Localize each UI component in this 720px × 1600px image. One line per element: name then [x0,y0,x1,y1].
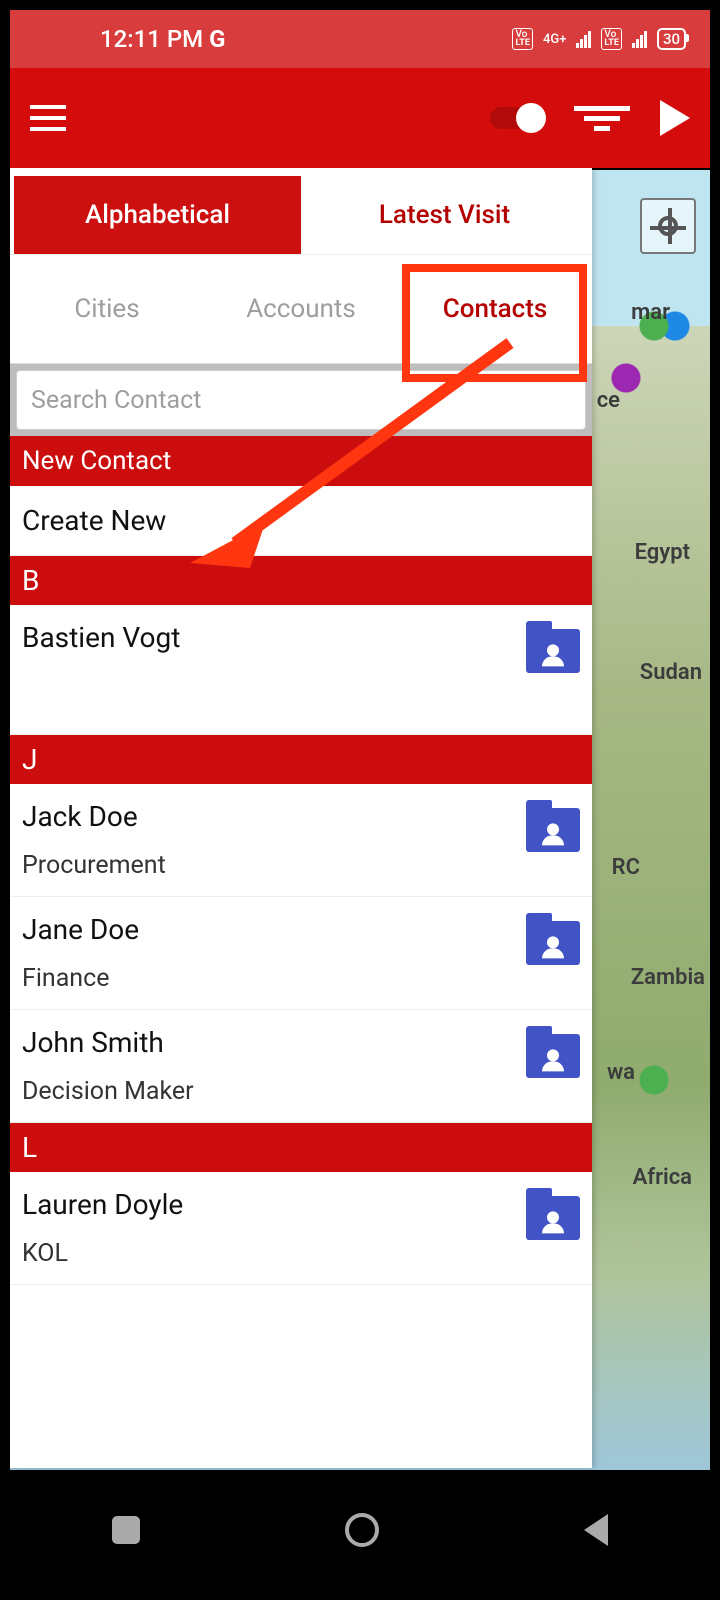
contact-role: KOL [22,1239,526,1268]
contact-name: Jack Doe [22,800,526,833]
volte-icon: VoLTE [512,28,533,50]
nav-back-button[interactable] [584,1514,608,1546]
contact-name: Lauren Doyle [22,1188,526,1221]
map-label: Africa [633,1165,692,1190]
map-label: Sudan [640,660,702,685]
search-placeholder: Search Contact [31,386,201,415]
contacts-panel: Alphabetical Latest Visit Cities Account… [10,168,592,1468]
map-label: wa [607,1060,635,1085]
tab-latest-visit[interactable]: Latest Visit [301,176,588,254]
play-button[interactable] [660,100,690,136]
tab-accounts[interactable]: Accounts [204,255,398,363]
google-indicator-icon: G [209,25,225,53]
tab-alphabetical[interactable]: Alphabetical [14,176,301,254]
create-new-button[interactable]: Create New [10,486,592,556]
map-label: ce [597,388,620,413]
contact-row[interactable]: Bastien Vogt [10,605,592,735]
locate-me-button[interactable] [640,198,696,254]
battery-icon: 30 [657,28,686,50]
contact-role: Procurement [22,851,526,880]
contact-folder-icon[interactable] [526,921,580,965]
volte-icon: VoLTE [601,28,622,50]
tab-cities[interactable]: Cities [10,255,204,363]
clock: 12:11 PM [100,25,203,53]
signal-icon [576,30,591,48]
section-letter-b: B [10,556,592,605]
network-type: 4G+ [543,32,566,47]
nav-recent-button[interactable] [112,1516,140,1544]
contact-folder-icon[interactable] [526,808,580,852]
contact-name: Bastien Vogt [22,621,526,654]
contact-name: Jane Doe [22,913,526,946]
sort-tabs: Alphabetical Latest Visit [14,176,588,254]
contact-role: Decision Maker [22,1077,526,1106]
contact-role: Finance [22,964,526,993]
section-letter-j: J [10,735,592,784]
contact-row[interactable]: Jane Doe Finance [10,897,592,1010]
signal-icon [632,30,647,48]
map-label: RC [612,855,640,880]
map-label: Egypt [635,540,690,565]
annotation-highlight [402,264,587,382]
section-new-contact: New Contact [10,436,592,486]
app-bar [10,68,710,168]
status-bar: 12:11 PM G VoLTE 4G+ VoLTE 30 [10,10,710,68]
system-nav-bar [10,1470,710,1590]
nav-home-button[interactable] [345,1513,379,1547]
section-letter-l: L [10,1123,592,1172]
contact-row[interactable]: John Smith Decision Maker [10,1010,592,1123]
contact-row[interactable]: Jack Doe Procurement [10,784,592,897]
map-label: Zambia [631,965,705,990]
filter-icon[interactable] [574,106,630,131]
contact-row[interactable]: Lauren Doyle KOL [10,1172,592,1285]
contact-name: John Smith [22,1026,526,1059]
menu-button[interactable] [30,105,66,131]
create-new-label: Create New [22,504,580,537]
contact-folder-icon[interactable] [526,1034,580,1078]
contact-folder-icon[interactable] [526,629,580,673]
toggle-switch[interactable] [490,107,544,129]
contact-folder-icon[interactable] [526,1196,580,1240]
map-label: mar [631,300,670,325]
